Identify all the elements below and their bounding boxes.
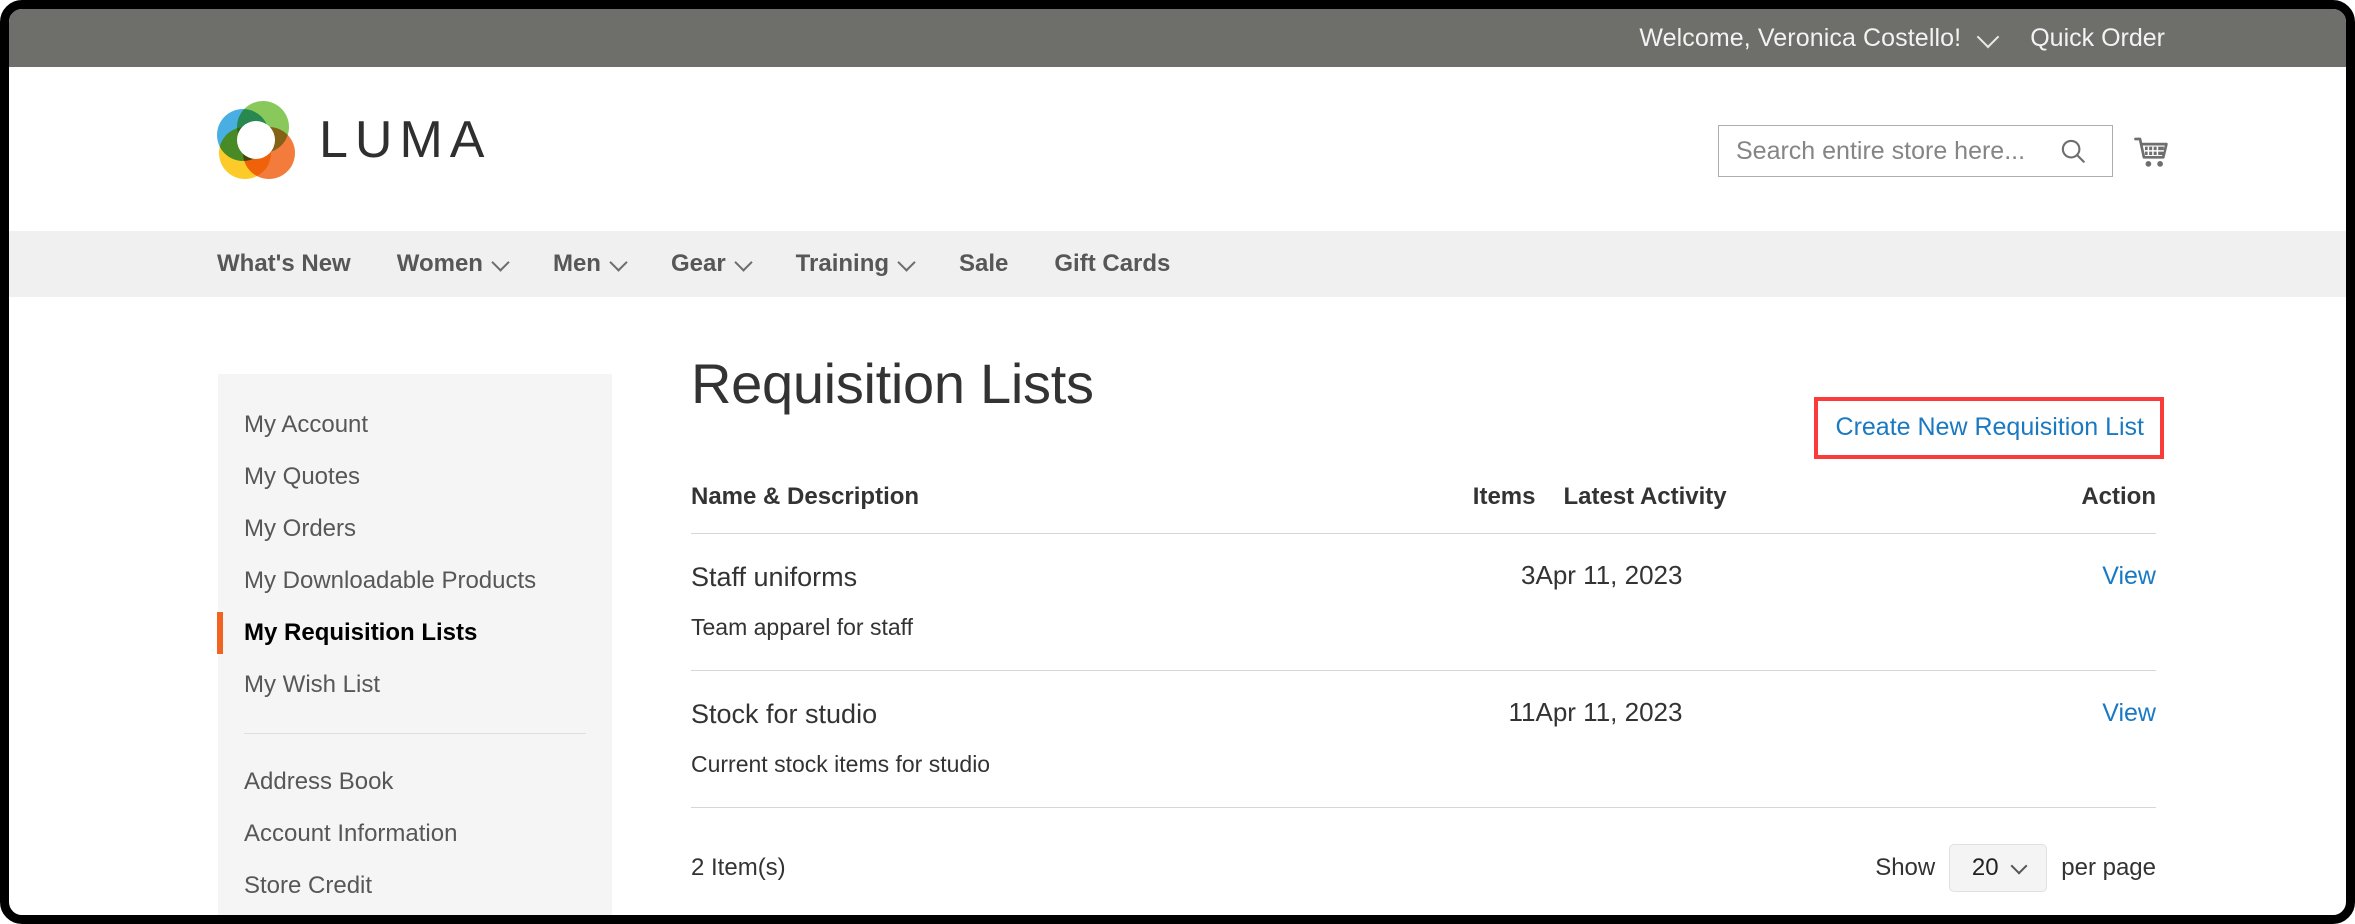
sidebar-item-stored-payment-methods[interactable]: Stored Payment Methods bbox=[218, 912, 612, 915]
per-page-select[interactable]: 20 bbox=[1949, 844, 2048, 892]
column-header-items: Items bbox=[1472, 483, 1536, 510]
cell-latest-activity: Apr 11, 2023 bbox=[1535, 697, 1683, 727]
per-page-limiter: Show 20 per page bbox=[1875, 844, 2156, 892]
nav-label: Sale bbox=[959, 250, 1009, 277]
show-label: Show bbox=[1875, 854, 1936, 881]
nav-item-men[interactable]: Men bbox=[552, 250, 628, 278]
nav-label: Women bbox=[396, 250, 483, 277]
chevron-down-icon bbox=[2010, 857, 2028, 875]
column-header-latest-activity: Latest Activity bbox=[1563, 483, 1727, 510]
sidebar-item-my-downloadable-products[interactable]: My Downloadable Products bbox=[218, 555, 612, 607]
per-page-value: 20 bbox=[1971, 854, 1999, 881]
account-sidebar: My Account My Quotes My Orders My Downlo… bbox=[217, 374, 612, 915]
cell-action: View bbox=[1982, 534, 2156, 671]
quick-order-link[interactable]: Quick Order bbox=[2030, 24, 2165, 53]
site-header: LUMA bbox=[9, 67, 2346, 231]
welcome-message[interactable]: Welcome, Veronica Costello! bbox=[1639, 23, 2000, 53]
per-page-label: per page bbox=[2061, 854, 2156, 881]
chevron-down-icon bbox=[733, 252, 753, 272]
chevron-down-icon bbox=[491, 252, 510, 272]
nav-item-women[interactable]: Women bbox=[396, 250, 510, 278]
table-row: Stock for studio Current stock items for… bbox=[691, 670, 2156, 808]
browser-page: Welcome, Veronica Costello! Quick Order … bbox=[0, 0, 2355, 924]
main-content: Requisition Lists Create New Requisition… bbox=[691, 349, 2164, 892]
nav-label: Gift Cards bbox=[1054, 250, 1171, 277]
view-link[interactable]: View bbox=[2102, 562, 2156, 590]
chevron-down-icon bbox=[609, 252, 628, 272]
list-name[interactable]: Stock for studio bbox=[691, 697, 1389, 731]
nav-label: Men bbox=[552, 250, 601, 277]
logo[interactable]: LUMA bbox=[217, 101, 491, 179]
sidebar-item-my-requisition-lists[interactable]: My Requisition Lists bbox=[217, 607, 612, 659]
nav-item-sale[interactable]: Sale bbox=[959, 250, 1008, 278]
nav-label: What's New bbox=[217, 250, 351, 277]
create-new-requisition-list-highlight: Create New Requisition List bbox=[1813, 397, 2164, 459]
column-header-name-description: Name & Description bbox=[691, 483, 920, 510]
cell-name-description: Staff uniforms Team apparel for staff bbox=[691, 534, 1389, 671]
chevron-down-icon bbox=[897, 252, 916, 272]
sidebar-item-my-wish-list[interactable]: My Wish List bbox=[218, 659, 612, 711]
search-box[interactable] bbox=[1718, 125, 2113, 177]
column-header-action: Action bbox=[2081, 483, 2156, 510]
luma-logo-icon bbox=[217, 101, 295, 179]
top-utility-bar: Welcome, Veronica Costello! Quick Order bbox=[9, 9, 2346, 67]
shopping-cart-icon[interactable] bbox=[2134, 137, 2170, 171]
chevron-down-icon[interactable] bbox=[1976, 26, 2000, 49]
nav-label: Training bbox=[795, 250, 890, 277]
list-description: Current stock items for studio bbox=[691, 751, 991, 777]
sidebar-item-my-quotes[interactable]: My Quotes bbox=[218, 451, 612, 503]
nav-label: Gear bbox=[670, 250, 726, 277]
sidebar-item-store-credit[interactable]: Store Credit bbox=[218, 860, 612, 912]
cell-latest-activity: Apr 11, 2023 bbox=[1535, 560, 1683, 590]
item-count: 2 Item(s) bbox=[691, 854, 786, 881]
nav-item-gift-cards[interactable]: Gift Cards bbox=[1054, 250, 1170, 278]
table-toolbar: 2 Item(s) Show 20 per page bbox=[691, 844, 2156, 892]
sidebar-item-address-book[interactable]: Address Book bbox=[218, 756, 612, 808]
view-link[interactable]: View bbox=[2102, 699, 2156, 727]
create-new-requisition-list-button[interactable]: Create New Requisition List bbox=[1836, 413, 2144, 441]
nav-item-whats-new[interactable]: What's New bbox=[217, 250, 351, 278]
sidebar-item-my-account[interactable]: My Account bbox=[218, 399, 612, 451]
sidebar-divider bbox=[244, 733, 586, 734]
list-description: Team apparel for staff bbox=[691, 614, 914, 640]
cell-action: View bbox=[1982, 671, 2156, 808]
welcome-text: Welcome, Veronica Costello! bbox=[1639, 23, 1962, 52]
main-navigation: What's New Women Men Gear Training Sale … bbox=[9, 231, 2346, 297]
sidebar-item-account-information[interactable]: Account Information bbox=[218, 808, 612, 860]
nav-item-training[interactable]: Training bbox=[795, 250, 916, 278]
requisition-lists-table: Name & Description Items Latest Activity… bbox=[691, 483, 2156, 808]
cell-name-description: Stock for studio Current stock items for… bbox=[691, 671, 1389, 808]
table-row: Staff uniforms Team apparel for staff 3 … bbox=[691, 533, 2156, 671]
page-header: Requisition Lists Create New Requisition… bbox=[691, 349, 2164, 459]
search-input[interactable] bbox=[1719, 125, 2056, 177]
cell-items-count: 11 bbox=[1508, 697, 1536, 727]
cell-items-count: 3 bbox=[1521, 560, 1536, 590]
table-header-row: Name & Description Items Latest Activity… bbox=[691, 483, 2156, 534]
nav-item-gear[interactable]: Gear bbox=[670, 250, 753, 278]
search-icon[interactable] bbox=[2058, 136, 2088, 166]
sidebar-item-my-orders[interactable]: My Orders bbox=[218, 503, 612, 555]
list-name[interactable]: Staff uniforms bbox=[691, 560, 1389, 594]
logo-text: LUMA bbox=[319, 111, 492, 169]
